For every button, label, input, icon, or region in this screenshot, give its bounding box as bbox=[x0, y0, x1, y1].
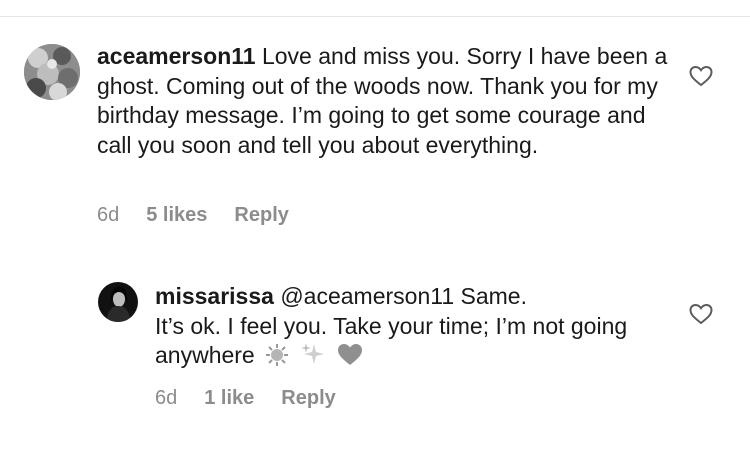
comment-age: 6d bbox=[155, 387, 178, 409]
heart-outline-icon bbox=[689, 303, 713, 325]
likes-count[interactable]: 5 likes bbox=[146, 204, 207, 226]
reply-body: It’s ok. I feel you. Take your time; I’m… bbox=[155, 312, 628, 369]
reply-text: missarissa @aceamerson11 Same. It’s ok. … bbox=[155, 282, 675, 375]
avatar-image-icon bbox=[98, 282, 138, 322]
top-divider bbox=[0, 16, 750, 17]
likes-count[interactable]: 1 like bbox=[204, 387, 254, 409]
comment-text: aceamerson11 Love and miss you. Sorry I … bbox=[97, 42, 682, 160]
reply-body-line1: Same. bbox=[460, 283, 527, 309]
heart-outline-icon bbox=[689, 65, 713, 87]
like-button[interactable] bbox=[688, 302, 714, 326]
comment-meta: 6d 5 likes Reply bbox=[97, 204, 316, 227]
avatar[interactable] bbox=[24, 44, 80, 100]
heart-icon bbox=[336, 341, 364, 375]
avatar-image-icon bbox=[24, 44, 80, 100]
reply-button[interactable]: Reply bbox=[234, 204, 288, 226]
comment-age: 6d bbox=[97, 204, 120, 226]
avatar[interactable] bbox=[98, 282, 138, 322]
username[interactable]: aceamerson11 bbox=[97, 43, 256, 69]
reply-button[interactable]: Reply bbox=[281, 387, 335, 409]
username[interactable]: missarissa bbox=[155, 283, 274, 309]
mention-link[interactable]: @aceamerson11 bbox=[280, 283, 454, 309]
sun-icon bbox=[265, 343, 289, 375]
sparkles-icon bbox=[300, 341, 326, 375]
reply-meta: 6d 1 like Reply bbox=[155, 387, 363, 410]
like-button[interactable] bbox=[688, 64, 714, 88]
